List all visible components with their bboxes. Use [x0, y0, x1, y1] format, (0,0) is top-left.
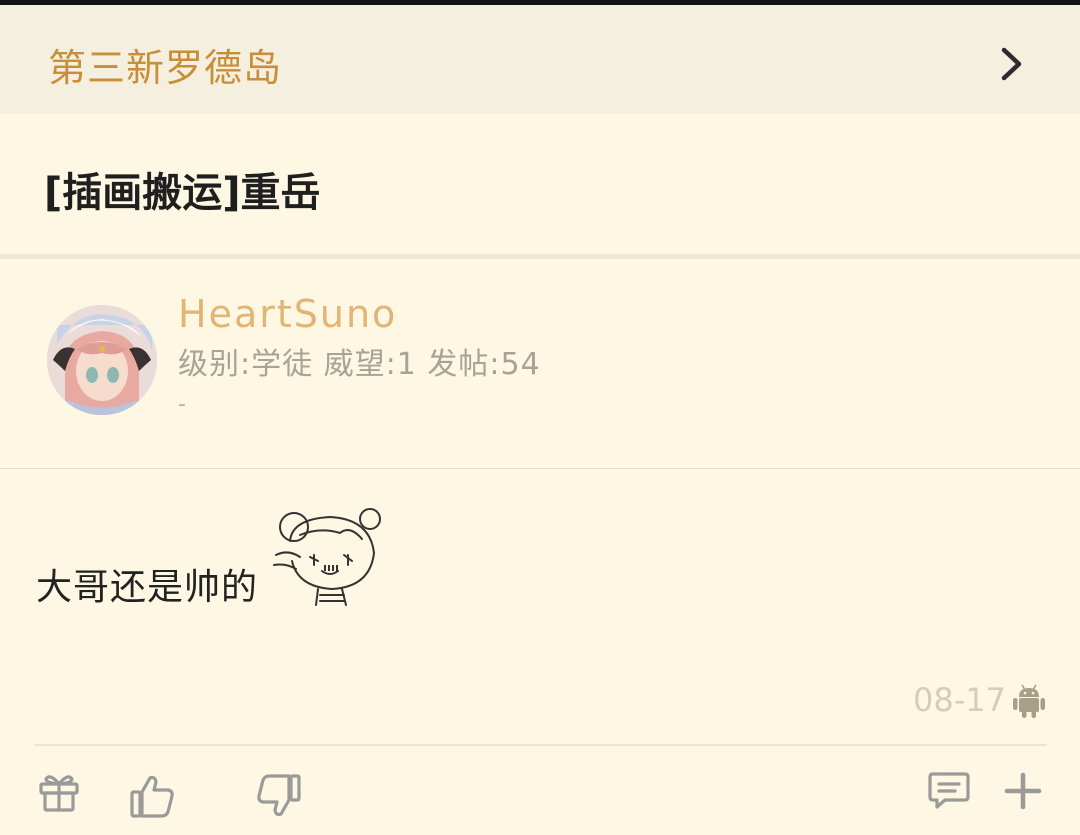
reply-icon[interactable]: [927, 770, 971, 810]
author-username[interactable]: HeartSuno: [178, 292, 397, 336]
forum-header[interactable]: 第三新罗德岛: [0, 5, 1080, 114]
sticker-image: [273, 508, 381, 606]
divider: [35, 744, 1047, 746]
divider: [0, 254, 1080, 259]
gift-icon[interactable]: [38, 771, 80, 813]
post-content: 大哥还是帅的: [36, 567, 259, 608]
android-icon: [1013, 684, 1045, 718]
post-date: 08-17: [913, 681, 1006, 719]
thread-title: [插画搬运]重岳: [44, 170, 321, 216]
thumbs-up-icon[interactable]: [128, 772, 176, 820]
chevron-right-icon[interactable]: [992, 41, 1030, 87]
author-stats: 级别:学徒 威望:1 发帖:54: [178, 347, 541, 382]
author-signature: -: [178, 392, 186, 417]
plus-icon[interactable]: [1004, 772, 1042, 810]
forum-name: 第三新罗德岛: [48, 46, 283, 90]
thumbs-down-icon[interactable]: [255, 772, 303, 820]
avatar[interactable]: [47, 305, 157, 415]
divider: [0, 468, 1080, 469]
